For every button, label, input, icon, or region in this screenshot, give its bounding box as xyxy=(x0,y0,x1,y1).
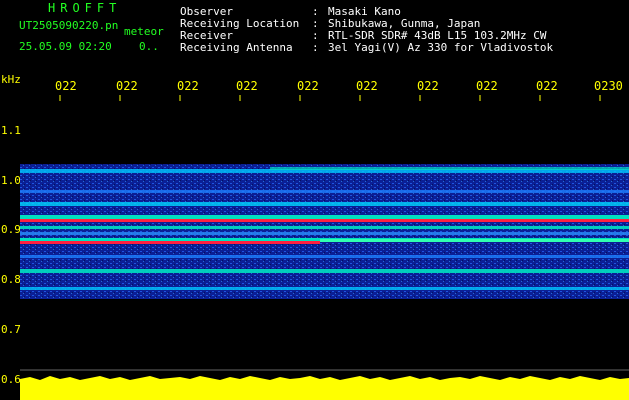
antenna-value: 3el Yagi(V) Az 330 for Vladivostok xyxy=(328,41,554,54)
y-tick-label: 0.6 xyxy=(1,373,21,386)
noise-band xyxy=(20,164,629,299)
app-brand: HROFFT xyxy=(48,1,122,15)
x-tick-label: 022 xyxy=(116,79,138,93)
spectrogram-plot xyxy=(20,95,629,400)
x-tick-label: 022 xyxy=(476,79,498,93)
y-tick-label: 0.8 xyxy=(1,273,21,286)
y-tick-label: 0.7 xyxy=(1,323,21,336)
x-tick-label: 022 xyxy=(177,79,199,93)
x-tick-label: 0230 xyxy=(594,79,623,93)
x-tick-label: 022 xyxy=(297,79,319,93)
tick-marks xyxy=(59,95,601,101)
y-tick-label: 1.1 xyxy=(1,124,21,137)
x-tick-label: 022 xyxy=(55,79,77,93)
x-tick-label: 022 xyxy=(417,79,439,93)
count-label: 0.. xyxy=(139,40,159,53)
y-tick-label: 1.0 xyxy=(1,174,21,187)
x-tick-label: 022 xyxy=(536,79,558,93)
noise-floor xyxy=(20,369,629,400)
y-tick-label: 0.9 xyxy=(1,223,21,236)
antenna-label: Receiving Antenna xyxy=(180,41,293,54)
x-tick-label: 022 xyxy=(236,79,258,93)
y-axis-unit: kHz xyxy=(1,73,21,86)
x-tick-label: 022 xyxy=(356,79,378,93)
mode-label: meteor xyxy=(124,25,164,38)
antenna-sep: : xyxy=(312,41,319,54)
datetime: 25.05.09 02:20 xyxy=(19,40,112,53)
filename: UT2505090220.pn xyxy=(19,19,119,32)
